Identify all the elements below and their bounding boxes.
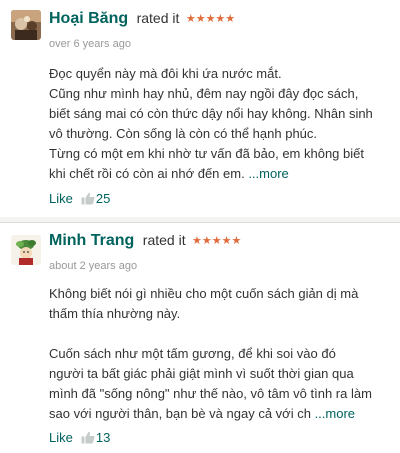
reviewer-name[interactable]: Hoại Băng	[49, 10, 128, 27]
reviewer-line: Hoại Băng rated it ★★★★★	[49, 10, 235, 28]
review-line: sao với người thân, bạn bè và ngay cả vớ…	[49, 406, 311, 421]
like-button[interactable]: Like	[49, 191, 73, 206]
like-button[interactable]: Like	[49, 430, 73, 445]
divider	[0, 222, 400, 223]
review-body: Đọc quyển này mà đôi khi ứa nước mắt. Cũ…	[49, 64, 384, 184]
thumbs-up-icon	[81, 431, 95, 444]
review-date[interactable]: over 6 years ago	[49, 38, 131, 50]
more-link[interactable]: ...more	[248, 166, 288, 181]
review-body: Không biết nói gì nhiều cho một cuốn sác…	[49, 284, 384, 424]
review-line: người ta bất giác phải giật mình vì suốt…	[49, 366, 354, 381]
review-card: Minh Trang rated it ★★★★★ about 2 years …	[0, 222, 400, 453]
star-rating: ★★★★★	[185, 13, 236, 25]
reviewer-name[interactable]: Minh Trang	[49, 232, 134, 249]
review-line-last: sao với người thân, bạn bè và ngay cả vớ…	[49, 404, 384, 424]
review-actions: Like 25	[49, 191, 110, 206]
thumbs-up-icon	[81, 192, 95, 205]
review-line: Cuốn sách như một tấm gương, để khi soi …	[49, 346, 336, 361]
review-line: Không biết nói gì nhiều cho một cuốn sác…	[49, 286, 359, 301]
review-line: vô thường. Còn sống là còn có thể hạnh p…	[49, 126, 318, 141]
reviewer-line: Minh Trang rated it ★★★★★	[49, 232, 241, 250]
rated-label: rated it	[136, 10, 180, 26]
like-count: 13	[95, 430, 111, 445]
review-card: Hoại Băng rated it ★★★★★ over 6 years ag…	[0, 0, 400, 217]
review-line: khi chết rồi có còn ai nhớ đến em.	[49, 166, 245, 181]
star-rating: ★★★★★	[192, 235, 242, 247]
review-line: Cũng như mình hay nhủ, đêm nay ngồi đây …	[49, 86, 359, 101]
review-line: biết sáng mai có còn thức dậy nổi hay kh…	[49, 106, 373, 121]
review-line: thấm thía nhường này.	[49, 306, 181, 321]
review-date[interactable]: about 2 years ago	[49, 260, 137, 272]
review-actions: Like 13	[49, 430, 110, 445]
reviewer-avatar[interactable]	[11, 10, 41, 40]
rated-label: rated it	[142, 232, 186, 248]
review-line: Đọc quyển này mà đôi khi ứa nước mắt.	[49, 66, 282, 81]
review-line: mình đã "sống nông" như thế nào, vô tâm …	[49, 386, 372, 401]
like-count: 25	[95, 191, 111, 206]
review-line: Từng có một em khi nhờ tư vấn đã bảo, em…	[49, 146, 364, 161]
review-line-last: khi chết rồi có còn ai nhớ đến em. ...mo…	[49, 164, 384, 184]
reviewer-avatar[interactable]	[11, 235, 41, 265]
more-link[interactable]: ...more	[315, 406, 355, 421]
